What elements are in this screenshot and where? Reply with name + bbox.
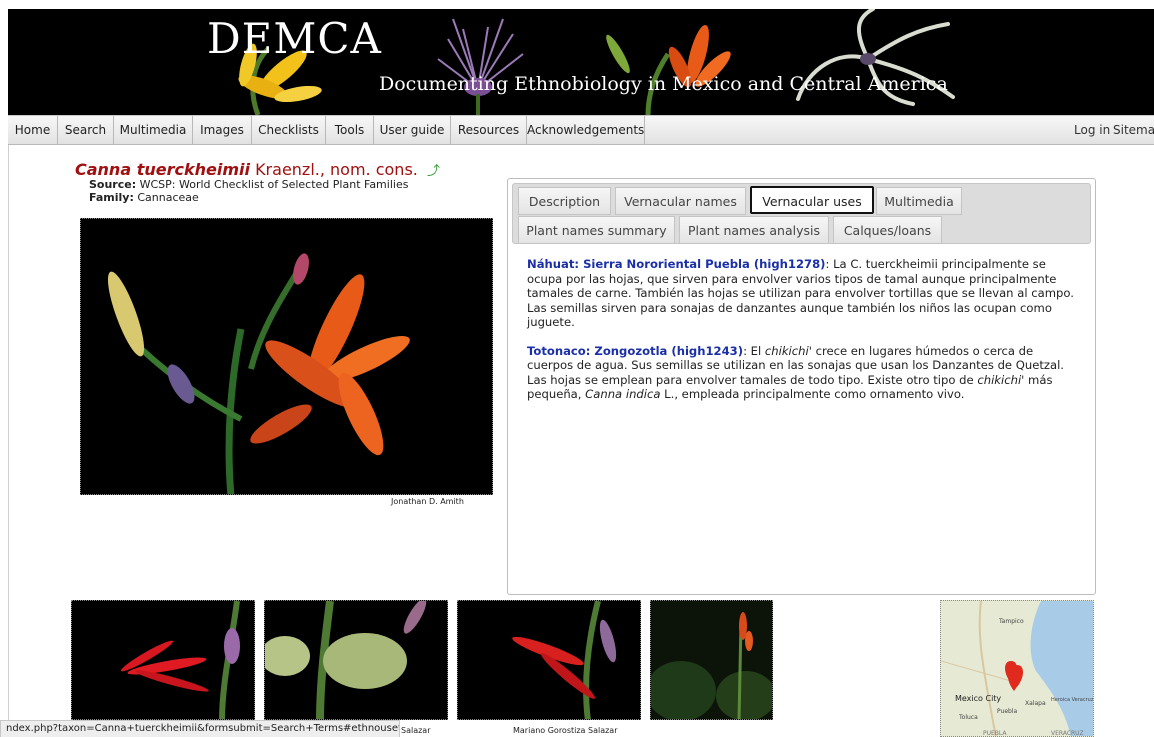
thumbnail-credit-2: Mariano Gorostiza Salazar bbox=[513, 726, 618, 735]
tab-strip: Description Vernacular names Vernacular … bbox=[512, 183, 1091, 244]
thumbnail-photo-1[interactable] bbox=[71, 600, 255, 720]
tab-plant-names-summary[interactable]: Plant names summary bbox=[518, 216, 675, 244]
use-entry-nahuat: Náhuat: Sierra Nororiental Puebla (high1… bbox=[527, 257, 1075, 330]
use-entry-text: L., empleada principalmente como ornamen… bbox=[660, 387, 965, 401]
map-label-veracruz-city: Heroica Veracruz bbox=[1051, 697, 1094, 703]
browser-status-bar: ndex.php?taxon=Canna+tuerckheimii&formsu… bbox=[0, 720, 400, 737]
nav-images[interactable]: Images bbox=[193, 116, 252, 145]
taxon-title: Canna tuerckheimii Kraenzl., nom. cons. … bbox=[75, 160, 440, 179]
source-line: Source: WCSP: World Checklist of Selecte… bbox=[89, 178, 408, 191]
use-entry-text: : El bbox=[743, 343, 765, 358]
site-banner: DEMCA Documenting Ethnobiology in Mexico… bbox=[8, 9, 1154, 115]
use-entry-italic-term: Canna indica bbox=[585, 387, 661, 401]
banner-flower-art bbox=[238, 9, 955, 115]
nav-user-guide[interactable]: User guide bbox=[374, 116, 451, 145]
distribution-map[interactable]: Tampico Mexico City Toluca Puebla Xalapa… bbox=[940, 600, 1094, 737]
use-entry-italic-term: chikichi' bbox=[977, 372, 1025, 387]
map-label-mexico-city: Mexico City bbox=[955, 694, 1001, 703]
source-value: WCSP: World Checklist of Selected Plant … bbox=[139, 178, 409, 191]
nav-search[interactable]: Search bbox=[58, 116, 114, 145]
source-label: Source: bbox=[89, 178, 137, 191]
nav-multimedia[interactable]: Multimedia bbox=[114, 116, 193, 145]
family-value: Cannaceae bbox=[137, 191, 199, 204]
map-label-puebla-state: PUEBLA bbox=[983, 730, 1007, 737]
seed-pod-thumbnail bbox=[265, 601, 427, 719]
main-photo-credit: Jonathan D. Amith bbox=[391, 497, 464, 506]
family-label: Family: bbox=[89, 191, 134, 204]
page-left-border bbox=[8, 115, 9, 737]
use-entry-label[interactable]: Náhuat: Sierra Nororiental Puebla (high1… bbox=[527, 257, 825, 271]
thumbnail-photo-4[interactable] bbox=[650, 600, 773, 720]
map-label-tampico: Tampico bbox=[998, 618, 1024, 625]
family-line: Family: Cannaceae bbox=[89, 191, 199, 204]
map-label-puebla: Puebla bbox=[997, 708, 1017, 715]
taxon-tab-panel: Description Vernacular names Vernacular … bbox=[507, 178, 1096, 595]
tab-vernacular-names[interactable]: Vernacular names bbox=[615, 187, 746, 215]
red-flower-thumbnail bbox=[120, 601, 240, 719]
tab-calques-loans[interactable]: Calques/loans bbox=[833, 216, 942, 244]
site-subtitle: Documenting Ethnobiology in Mexico and C… bbox=[379, 73, 948, 95]
map-label-veracruz-state: VERACRUZ bbox=[1051, 730, 1084, 737]
thumbnail-photo-3[interactable] bbox=[457, 600, 641, 720]
taxon-authority: Kraenzl., nom. cons. bbox=[255, 160, 418, 179]
curved-arrow-icon[interactable]: ⤴ bbox=[427, 164, 440, 179]
nav-acknowledgements[interactable]: Acknowledgements bbox=[527, 116, 645, 145]
thumbnail-photo-2[interactable] bbox=[264, 600, 448, 720]
main-nav: Home Search Multimedia Images Checklists… bbox=[8, 115, 1154, 145]
nav-tools[interactable]: Tools bbox=[326, 116, 374, 145]
tab-multimedia[interactable]: Multimedia bbox=[876, 187, 962, 215]
tab-plant-names-analysis[interactable]: Plant names analysis bbox=[679, 216, 829, 244]
use-entry-totonaco: Totonaco: Zongozotla (high1243): El chik… bbox=[527, 344, 1075, 402]
tab-vernacular-uses[interactable]: Vernacular uses bbox=[750, 186, 874, 214]
habitat-thumbnail bbox=[651, 601, 772, 719]
map-image: Tampico Mexico City Toluca Puebla Xalapa… bbox=[941, 601, 1094, 737]
sitemap-link[interactable]: Sitemap bbox=[1113, 116, 1154, 145]
red-flower-thumbnail bbox=[512, 601, 617, 719]
map-label-xalapa: Xalapa bbox=[1025, 700, 1046, 707]
main-plant-photo[interactable] bbox=[80, 218, 493, 495]
map-label-toluca: Toluca bbox=[958, 714, 978, 721]
taxon-scientific-name: Canna tuerckheimii bbox=[75, 160, 250, 179]
login-link[interactable]: Log in bbox=[1074, 116, 1110, 145]
use-entry-italic-term: chikichi' bbox=[764, 343, 812, 358]
nav-home[interactable]: Home bbox=[8, 116, 58, 145]
nav-resources[interactable]: Resources bbox=[451, 116, 527, 145]
site-title: DEMCA bbox=[207, 14, 382, 63]
use-entry-label[interactable]: Totonaco: Zongozotla (high1243) bbox=[527, 344, 743, 358]
vernacular-uses-content: Náhuat: Sierra Nororiental Puebla (high1… bbox=[527, 257, 1075, 416]
canna-flower-image bbox=[107, 253, 410, 494]
tab-description[interactable]: Description bbox=[518, 187, 611, 215]
thumbnail-credit-1: Salazar bbox=[401, 726, 431, 735]
nav-checklists[interactable]: Checklists bbox=[252, 116, 326, 145]
